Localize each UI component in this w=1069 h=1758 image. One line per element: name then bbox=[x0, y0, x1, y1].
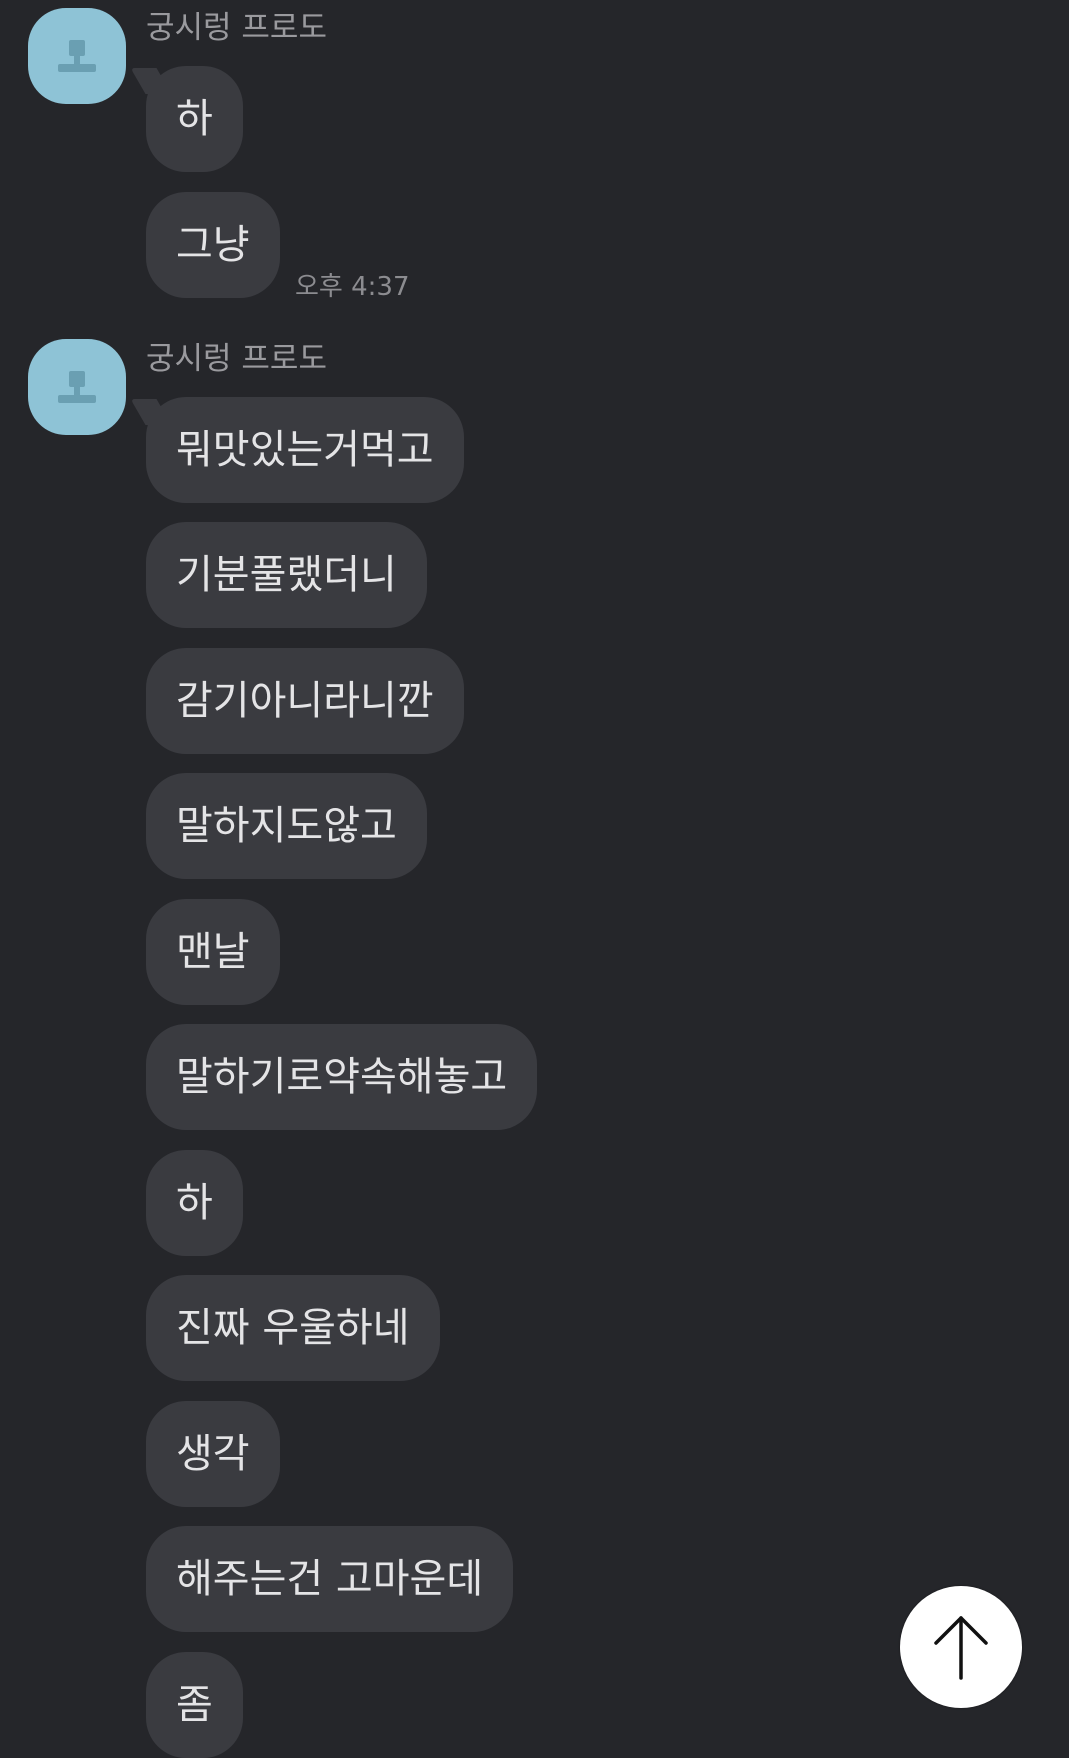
message-bubble[interactable]: 좀 bbox=[146, 1652, 243, 1758]
message-bubble[interactable]: 하 bbox=[146, 66, 243, 172]
sender-name: 궁시렁 프로도 bbox=[146, 341, 327, 377]
message-bubble[interactable]: 하 bbox=[146, 1150, 243, 1256]
message-bubble[interactable]: 생각 bbox=[146, 1401, 280, 1507]
message-bubble[interactable]: 맨날 bbox=[146, 899, 280, 1005]
avatar[interactable] bbox=[28, 8, 126, 104]
message-bubble[interactable]: 감기아니라니깐 bbox=[146, 648, 464, 754]
message-bubble[interactable]: 그냥 bbox=[146, 192, 280, 298]
avatar[interactable] bbox=[28, 339, 126, 435]
arrow-up-icon bbox=[934, 1616, 988, 1680]
message-bubble[interactable]: 말하지도않고 bbox=[146, 773, 427, 879]
message-bubble[interactable]: 해주는건 고마운데 bbox=[146, 1526, 514, 1632]
message-bubble[interactable]: 기분풀랬더니 bbox=[146, 522, 427, 628]
message-timestamp: 오후 4:37 bbox=[295, 272, 410, 302]
message-bubble[interactable]: 말하기로약속해놓고 bbox=[146, 1024, 538, 1130]
message-bubble[interactable]: 뭐맛있는거먹고 bbox=[146, 397, 464, 503]
scroll-to-top-button[interactable] bbox=[900, 1586, 1022, 1708]
chat-message-list: 궁시렁 프로도 하 그냥 오후 4:37 궁시렁 프로도 뭐맛있는거먹고 기분풀… bbox=[0, 0, 1069, 1758]
sender-name: 궁시렁 프로도 bbox=[146, 10, 327, 46]
message-bubble[interactable]: 진짜 우울하네 bbox=[146, 1275, 440, 1381]
